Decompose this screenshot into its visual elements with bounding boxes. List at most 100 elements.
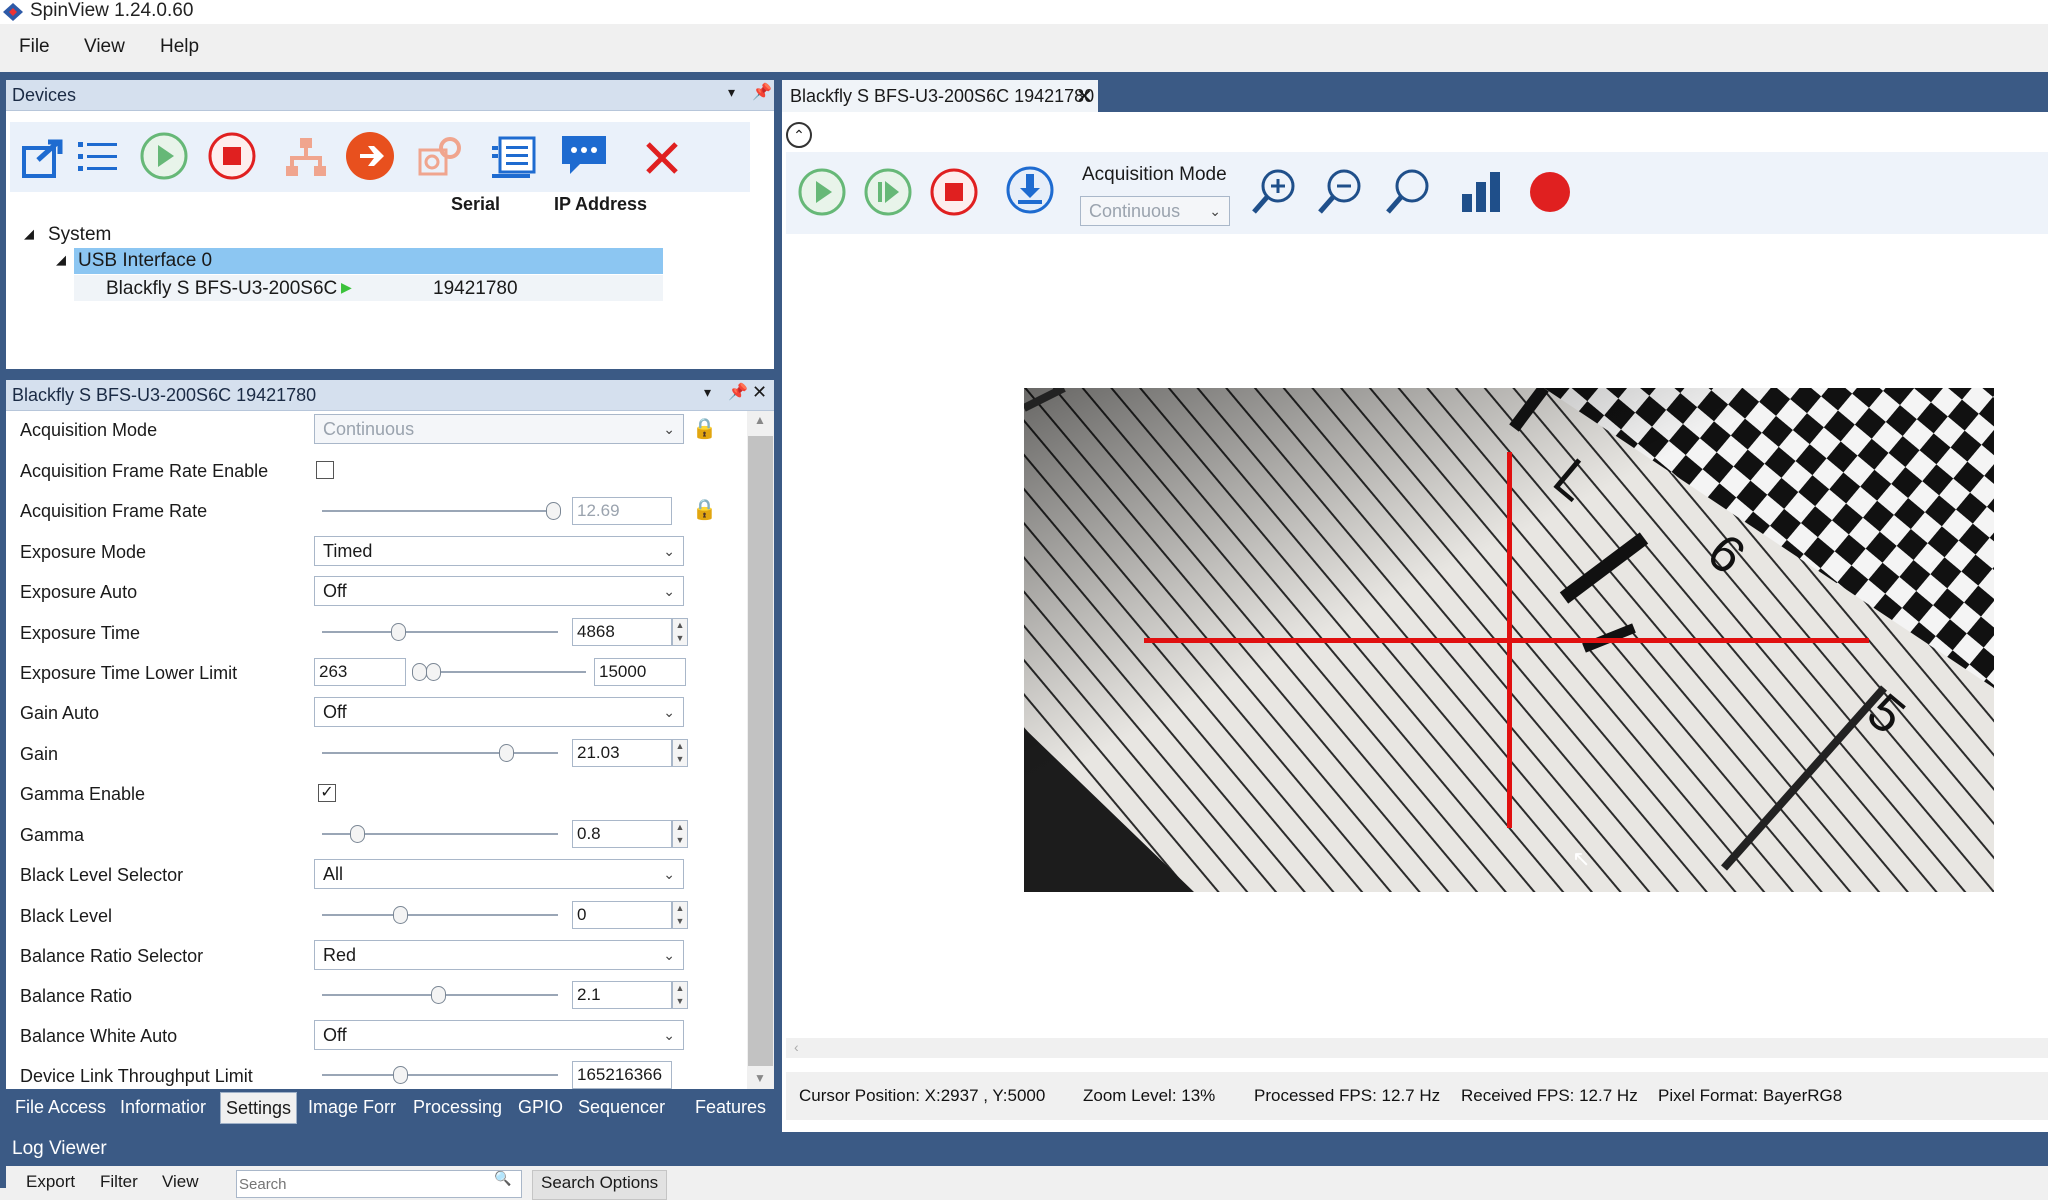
slider-thumb[interactable] [546, 502, 562, 520]
acquisition-frame-rate-enable-checkbox[interactable] [316, 461, 334, 479]
camera-image[interactable]: L 6 5 ↖ [1022, 384, 1994, 892]
tree-system[interactable]: System [48, 224, 111, 246]
menu-file[interactable]: File [19, 36, 50, 58]
gain-input[interactable]: 21.03 [572, 739, 672, 767]
tree-usb-interface[interactable]: USB Interface 0 [78, 250, 212, 272]
image-acquisition-mode-select[interactable]: Continuous ⌄ [1080, 196, 1230, 226]
chevron-down-icon: ⌄ [663, 1027, 675, 1043]
log-menu-view[interactable]: View [162, 1172, 199, 1192]
tab-image-format[interactable]: Image Forr [303, 1092, 401, 1124]
exposure-time-input[interactable]: 4868 [572, 618, 672, 646]
exposure-mode-select[interactable]: Timed ⌄ [314, 536, 684, 566]
properties-scrollbar[interactable]: ▲ ▼ [747, 411, 774, 1089]
play-icon[interactable] [138, 130, 190, 182]
collapse-toolbar-icon[interactable]: ⌃ [786, 122, 812, 148]
scroll-down-icon[interactable]: ▼ [754, 1071, 766, 1085]
stop-icon[interactable] [928, 166, 980, 218]
network-icon[interactable] [280, 132, 332, 184]
panel-dropdown-icon[interactable]: ▾ [728, 84, 735, 101]
tab-information[interactable]: Informatior [115, 1092, 211, 1124]
zoom-fit-icon[interactable] [1382, 166, 1434, 218]
search-options-button[interactable]: Search Options [532, 1170, 668, 1200]
balance-ratio-input[interactable]: 2.1 [572, 981, 672, 1009]
tab-settings[interactable]: Settings [220, 1092, 298, 1124]
acquisition-mode-select[interactable]: Continuous ⌄ [314, 414, 684, 444]
devices-panel-header: Devices ▾ 📌 [6, 80, 774, 111]
pin-icon[interactable]: 📌 [752, 82, 772, 102]
gain-spinner[interactable]: ▲ ▼ [672, 739, 688, 767]
list-icon[interactable] [72, 132, 124, 184]
horizontal-scrollbar[interactable]: ‹ [786, 1038, 2048, 1058]
slider-thumb[interactable] [499, 744, 515, 762]
scrollbar-thumb[interactable] [748, 436, 773, 1066]
tab-sequencer[interactable]: Sequencer [573, 1092, 670, 1124]
acquisition-frame-rate-slider[interactable] [322, 510, 558, 512]
slider-thumb-high[interactable] [426, 663, 441, 681]
gamma-spinner[interactable]: ▲ ▼ [672, 820, 688, 848]
zoom-in-icon[interactable] [1248, 166, 1300, 218]
close-icon[interactable]: ✕ [1076, 84, 1093, 109]
exposure-time-slider[interactable] [322, 631, 558, 633]
scroll-left-icon[interactable]: ‹ [794, 1039, 799, 1055]
crosshair-vertical [1507, 452, 1512, 828]
black-level-slider[interactable] [322, 914, 558, 916]
exposure-time-spinner[interactable]: ▲ ▼ [672, 618, 688, 646]
scroll-up-icon[interactable]: ▲ [754, 413, 766, 427]
expand-system-icon[interactable]: ◢ [24, 226, 34, 242]
play-icon[interactable] [796, 166, 848, 218]
exposure-lower-limit-min-input[interactable]: 263 [314, 658, 406, 686]
throughput-limit-slider[interactable] [322, 1074, 558, 1076]
slider-thumb-low[interactable] [412, 663, 427, 681]
log-menu-export[interactable]: Export [26, 1172, 75, 1192]
slider-thumb[interactable] [392, 1066, 408, 1084]
balance-ratio-selector-select[interactable]: Red ⌄ [314, 940, 684, 970]
slider-thumb[interactable] [390, 623, 406, 641]
remove-icon[interactable] [636, 132, 688, 184]
gain-auto-select[interactable]: Off ⌄ [314, 697, 684, 727]
throughput-limit-input[interactable]: 165216366 [572, 1061, 672, 1089]
gain-slider[interactable] [322, 752, 558, 754]
stop-icon[interactable] [206, 130, 258, 182]
properties-icon[interactable] [488, 132, 540, 184]
gamma-input[interactable]: 0.8 [572, 820, 672, 848]
zoom-out-icon[interactable] [1314, 166, 1366, 218]
gain-auto-value: Off [323, 702, 347, 722]
black-level-spinner[interactable]: ▲ ▼ [672, 901, 688, 929]
connect-icon[interactable] [18, 132, 70, 184]
balance-ratio-spinner[interactable]: ▲ ▼ [672, 981, 688, 1009]
title-bar: SpinView 1.24.0.60 [0, 0, 2048, 24]
label-gain-auto: Gain Auto [20, 703, 100, 723]
panel-dropdown-icon[interactable]: ▾ [704, 384, 711, 401]
pin-icon[interactable]: 📌 [728, 382, 748, 402]
tab-features[interactable]: Features [690, 1092, 771, 1124]
histogram-icon[interactable] [1456, 166, 1508, 218]
exposure-lower-limit-max-input[interactable]: 15000 [594, 658, 686, 686]
record-icon[interactable] [1524, 166, 1576, 218]
tab-file-access[interactable]: File Access [10, 1092, 111, 1124]
label-balance-white-auto: Balance White Auto [20, 1026, 178, 1046]
menu-help[interactable]: Help [160, 36, 199, 58]
balance-white-auto-select[interactable]: Off ⌄ [314, 1020, 684, 1050]
slider-thumb[interactable] [350, 825, 366, 843]
tab-processing[interactable]: Processing [408, 1092, 507, 1124]
chevron-down-icon: ⌄ [663, 583, 675, 599]
slider-thumb[interactable] [392, 906, 408, 924]
settings-gear-icon[interactable] [414, 132, 466, 184]
chat-icon[interactable] [558, 130, 610, 182]
tab-gpio[interactable]: GPIO [513, 1092, 568, 1124]
black-level-selector-select[interactable]: All ⌄ [314, 859, 684, 889]
exposure-auto-select[interactable]: Off ⌄ [314, 576, 684, 606]
acquisition-frame-rate-input[interactable]: 12.69 [572, 497, 672, 525]
close-icon[interactable]: ✕ [752, 382, 767, 403]
play-single-frame-icon[interactable] [862, 166, 914, 218]
forward-icon[interactable] [344, 130, 396, 182]
menu-view[interactable]: View [84, 36, 125, 58]
save-image-icon[interactable] [1004, 164, 1056, 216]
log-search-input[interactable] [236, 1170, 522, 1198]
slider-thumb[interactable] [430, 986, 446, 1004]
image-tab[interactable]: Blackfly S BFS-U3-200S6C 19421780 ✕ [782, 80, 1098, 112]
black-level-input[interactable]: 0 [572, 901, 672, 929]
log-menu-filter[interactable]: Filter [100, 1172, 138, 1192]
gamma-enable-checkbox[interactable]: ✓ [318, 784, 336, 802]
expand-interface-icon[interactable]: ◢ [56, 252, 66, 268]
